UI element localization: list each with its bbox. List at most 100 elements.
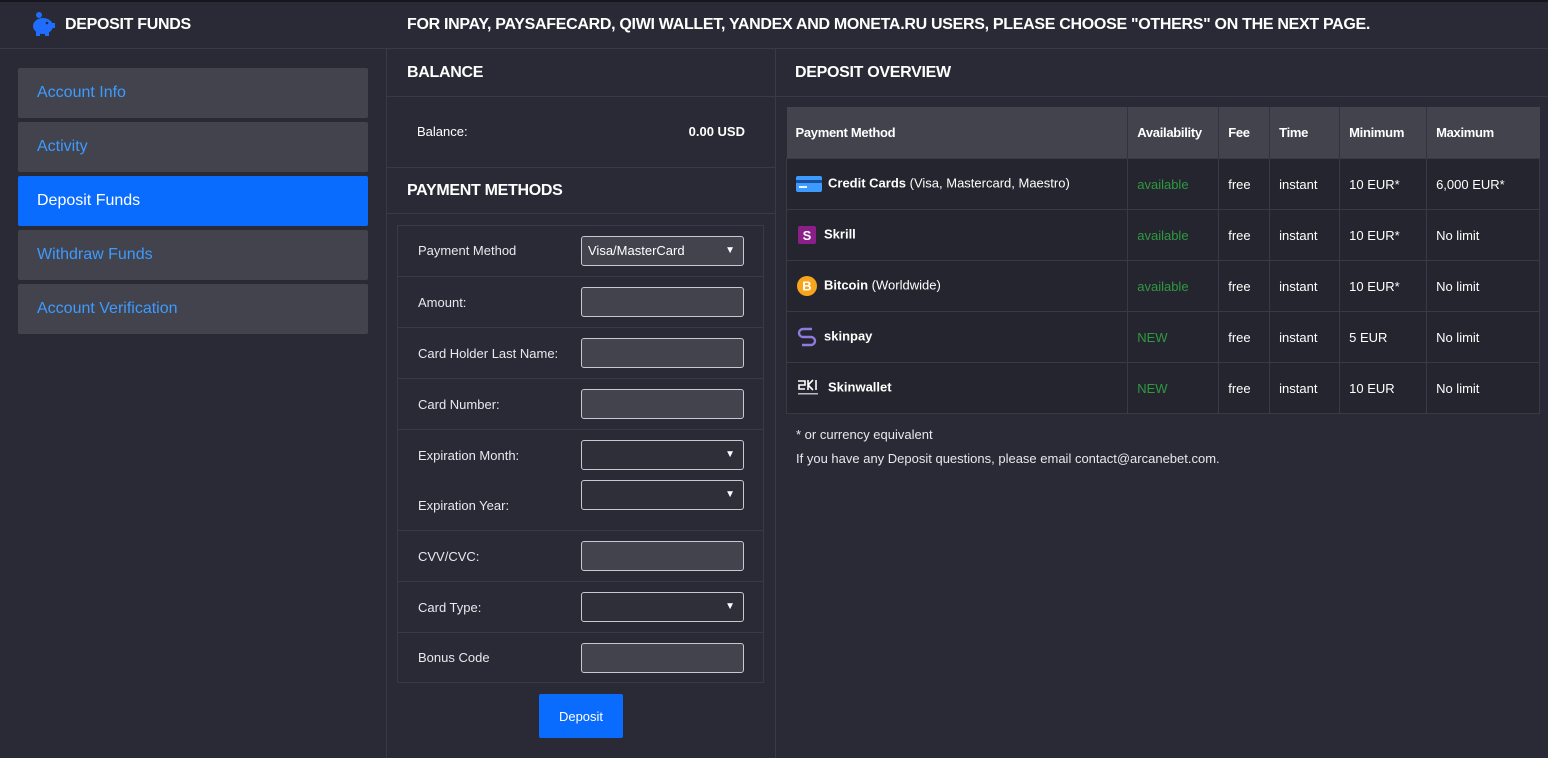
- payment-method-label: Payment Method: [418, 243, 517, 258]
- fee-cell: free: [1218, 362, 1271, 414]
- payment-method-cell: Skinwallet: [785, 362, 1129, 414]
- skinwallet-icon: [796, 379, 822, 395]
- form-row-card-type: Card Type: ▼: [398, 582, 763, 633]
- balance-label: Balance:: [417, 124, 468, 139]
- form-row-holder: Card Holder Last Name:: [398, 328, 763, 379]
- deposit-notice: FOR INPAY, PAYSAFECARD, QIWI WALLET, YAN…: [407, 16, 1371, 33]
- piggy-bank-icon: [33, 12, 55, 36]
- maximum-cell: No limit: [1426, 209, 1540, 261]
- balance-value: 0.00 USD: [688, 124, 745, 139]
- form-row-expiration: Expiration Month: ▼ Expiration Year: ▼: [398, 430, 763, 531]
- sidebar-item-account-info[interactable]: Account Info: [18, 68, 368, 118]
- form-row-amount: Amount:: [398, 277, 763, 328]
- column-header-availability: Availability: [1127, 107, 1220, 159]
- currency-footnote: * or currency equivalent: [796, 427, 933, 442]
- balance-title: BALANCE: [407, 64, 484, 81]
- sidebar-item-withdraw-funds[interactable]: Withdraw Funds: [18, 230, 368, 280]
- time-cell: instant: [1269, 362, 1341, 414]
- expiration-year-select[interactable]: ▼: [581, 480, 744, 510]
- table-row: B Bitcoin (Worldwide) available free ins…: [785, 260, 1540, 312]
- card-holder-input[interactable]: [581, 338, 744, 368]
- column-header-maximum: Maximum: [1426, 107, 1540, 159]
- method-name: Skinwallet: [828, 379, 892, 395]
- svg-text:B: B: [802, 279, 811, 294]
- payment-method-select[interactable]: Visa/MasterCard ▼: [581, 236, 744, 266]
- payment-method-cell: skinpay: [785, 311, 1129, 363]
- minimum-cell: 10 EUR*: [1339, 209, 1428, 261]
- chevron-down-icon: ▼: [725, 489, 735, 500]
- deposit-button[interactable]: Deposit: [539, 694, 623, 738]
- bitcoin-icon: B: [797, 276, 817, 296]
- page-header: DEPOSIT FUNDS FOR INPAY, PAYSAFECARD, QI…: [0, 0, 1548, 49]
- card-holder-label: Card Holder Last Name:: [418, 346, 559, 361]
- method-detail: (Worldwide): [868, 277, 941, 293]
- divider: [776, 96, 1548, 97]
- method-name: Bitcoin: [824, 277, 869, 293]
- chevron-down-icon: ▼: [725, 245, 735, 256]
- form-row-cvv: CVV/CVC:: [398, 531, 763, 582]
- bonus-code-input[interactable]: [581, 643, 744, 673]
- card-number-input[interactable]: [581, 389, 744, 419]
- column-header-fee: Fee: [1218, 107, 1271, 159]
- chevron-down-icon: ▼: [725, 449, 735, 460]
- bonus-code-label: Bonus Code: [418, 650, 490, 665]
- chevron-down-icon: ▼: [725, 601, 735, 612]
- fee-cell: free: [1218, 260, 1271, 312]
- divider: [387, 167, 775, 168]
- column-header-minimum: Minimum: [1339, 107, 1428, 159]
- svg-text:S: S: [803, 228, 812, 243]
- deposit-overview-table: Payment Method Availability Fee Time Min…: [785, 107, 1540, 414]
- page-title: DEPOSIT FUNDS: [65, 16, 191, 33]
- expiration-month-select[interactable]: ▼: [581, 440, 744, 470]
- minimum-cell: 10 EUR: [1339, 362, 1428, 414]
- sidebar-item-activity[interactable]: Activity: [18, 122, 368, 172]
- skrill-icon: S: [798, 226, 816, 244]
- divider: [387, 96, 775, 97]
- divider: [387, 213, 775, 214]
- sidebar-item-deposit-funds[interactable]: Deposit Funds: [18, 176, 368, 226]
- sidebar-item-account-verification[interactable]: Account Verification: [18, 284, 368, 334]
- time-cell: instant: [1269, 158, 1341, 210]
- time-cell: instant: [1269, 209, 1341, 261]
- form-row-bonus: Bonus Code: [398, 633, 763, 682]
- availability-cell: available: [1127, 209, 1220, 261]
- time-cell: instant: [1269, 311, 1341, 363]
- payment-method-cell: S Skrill: [785, 209, 1129, 261]
- card-number-label: Card Number:: [418, 397, 500, 412]
- fee-cell: free: [1218, 311, 1271, 363]
- form-row-payment-method: Payment Method Visa/MasterCard ▼: [398, 226, 763, 277]
- payment-method-cell: B Bitcoin (Worldwide): [785, 260, 1129, 312]
- method-name: skinpay: [824, 328, 873, 344]
- availability-cell: available: [1127, 158, 1220, 210]
- minimum-cell: 10 EUR*: [1339, 260, 1428, 312]
- table-row: skinpay NEW free instant 5 EUR No limit: [785, 311, 1540, 363]
- method-name: Credit Cards: [828, 175, 907, 191]
- contact-note: If you have any Deposit questions, pleas…: [796, 451, 1220, 466]
- expiration-year-label: Expiration Year:: [418, 498, 510, 513]
- payment-method-cell: Credit Cards (Visa, Mastercard, Maestro): [785, 158, 1129, 210]
- payment-method-value: Visa/MasterCard: [588, 243, 685, 258]
- amount-label: Amount:: [418, 295, 467, 310]
- availability-cell: available: [1127, 260, 1220, 312]
- card-type-select[interactable]: ▼: [581, 592, 744, 622]
- deposit-overview-title: DEPOSIT OVERVIEW: [795, 64, 951, 81]
- table-row: Credit Cards (Visa, Mastercard, Maestro)…: [785, 158, 1540, 210]
- table-row: Skinwallet NEW free instant 10 EUR No li…: [785, 362, 1540, 414]
- form-row-card-number: Card Number:: [398, 379, 763, 430]
- availability-cell: NEW: [1127, 362, 1220, 414]
- minimum-cell: 10 EUR*: [1339, 158, 1428, 210]
- method-name: Skrill: [824, 226, 856, 242]
- column-header-payment-method: Payment Method: [786, 107, 1129, 159]
- amount-input[interactable]: [581, 287, 744, 317]
- table-row: S Skrill available free instant 10 EUR* …: [785, 209, 1540, 261]
- fee-cell: free: [1218, 158, 1271, 210]
- expiration-month-label: Expiration Month:: [418, 448, 520, 463]
- sidebar-nav: Account Info Activity Deposit Funds With…: [18, 68, 368, 338]
- table-header-row: Payment Method Availability Fee Time Min…: [786, 107, 1540, 159]
- maximum-cell: 6,000 EUR*: [1426, 158, 1540, 210]
- cvv-input[interactable]: [581, 541, 744, 571]
- maximum-cell: No limit: [1426, 362, 1540, 414]
- time-cell: instant: [1269, 260, 1341, 312]
- card-type-label: Card Type:: [418, 600, 482, 615]
- payment-form: Payment Method Visa/MasterCard ▼ Amount:…: [397, 225, 764, 683]
